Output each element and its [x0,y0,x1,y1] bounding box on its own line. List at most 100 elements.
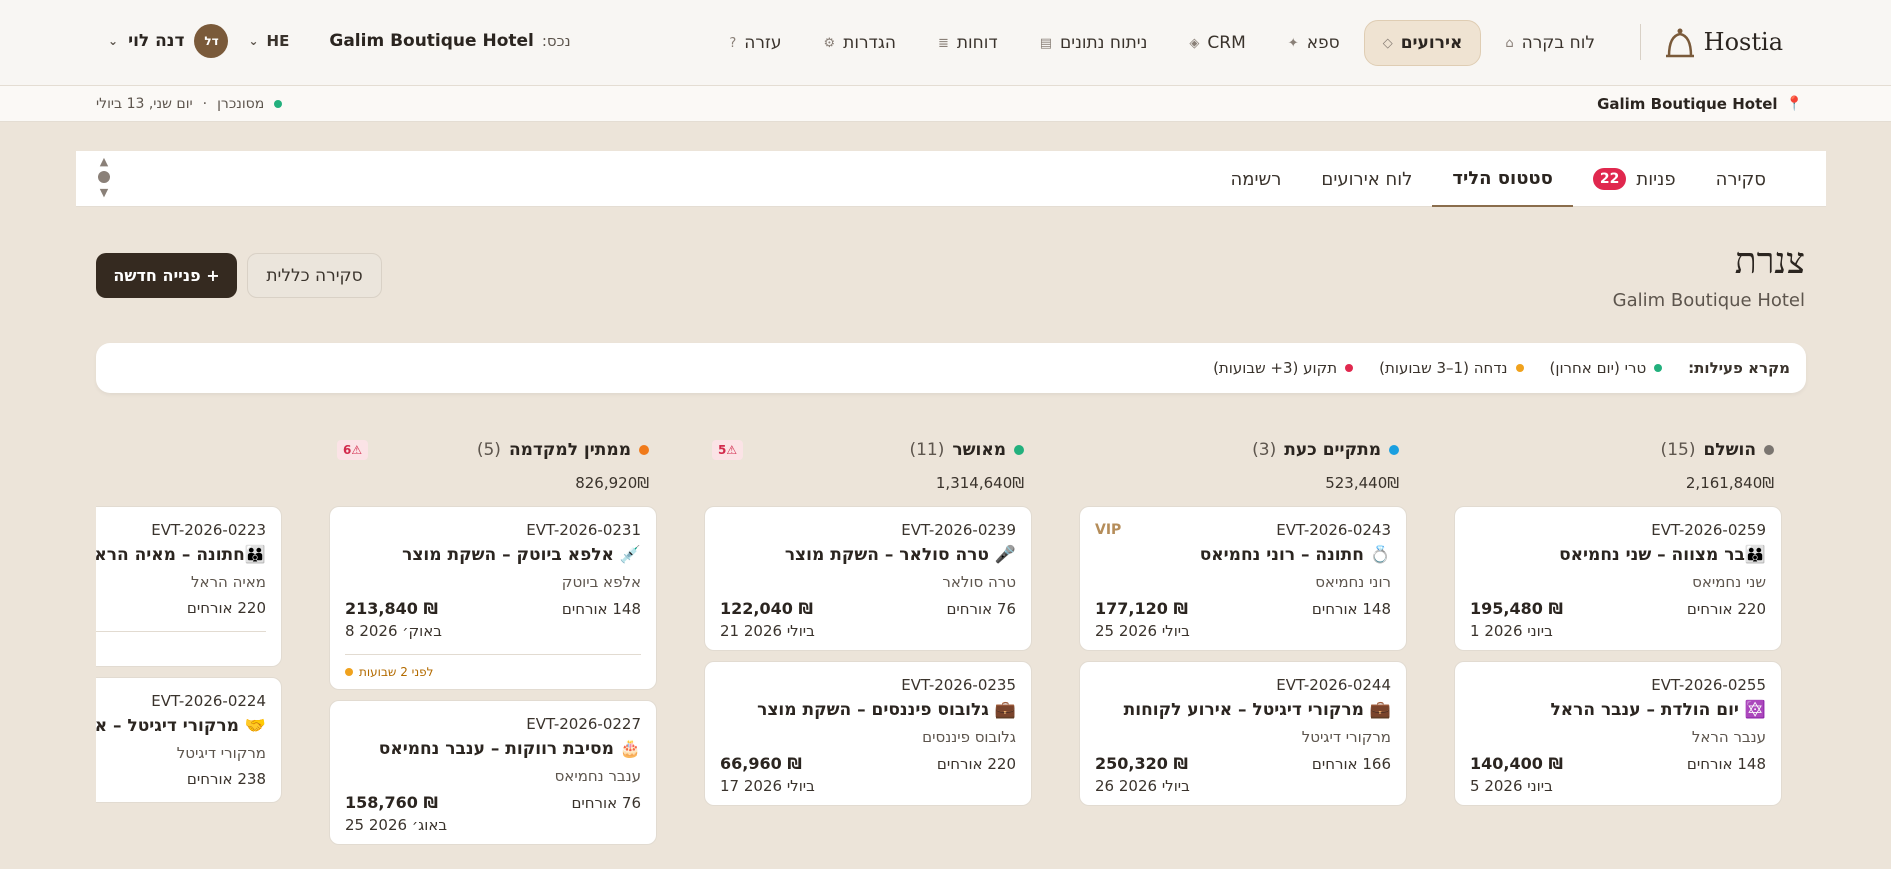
event-title: 🎤 טרה סולאר – השקת מוצר [784,545,1016,565]
client-name: אלפא ביוטק [561,573,641,591]
column-title: מאושר (11) [909,440,1032,460]
event-card[interactable]: EVT-2026-0224 🤝 מרקורי דיגיטל – אירו מרקור… [96,677,282,803]
card-header-row: EVT-2026-0243 VIP [1095,521,1391,539]
tab[interactable]: רשימה [1210,151,1301,207]
event-card[interactable]: EVT-2026-0244 💼 מרקורי דיגיטל – אירוע לקו… [1079,661,1407,806]
guest-count: 76 אורחים [946,599,1016,618]
nav-icon: ? [729,35,737,51]
event-price: ₪ 66,960 [720,754,802,773]
guest-count: 148 אורחים [1311,599,1391,618]
event-code: EVT-2026-0231 [526,521,641,539]
nav-icon: ◈ [1189,35,1200,51]
status-dot-icon [1515,364,1524,372]
event-price: ₪ 213,840 [345,599,438,618]
card-meta-row: 148 אורחים ₪ 177,120 [1095,591,1391,618]
nav-item[interactable]: הגדרות ⚙ [806,20,914,66]
tab-scroll-controls[interactable]: ▲ ▼ [98,155,110,199]
bell-logo-icon [1665,28,1694,58]
nav-item[interactable]: CRM ◈ [1171,20,1263,66]
guest-count: 148 אורחים [1686,754,1766,773]
card-header-row: EVT-2026-0224 [96,692,266,710]
pipeline-column: מתקיים כעת (3) 523,440₪ EVT-2026-0243 VIP 💍 ח… [1079,430,1407,806]
activity-alert: לפני 2 שבועות [345,654,641,679]
tab[interactable]: סקירה [1696,151,1786,207]
guest-count: 220 אורחים [936,754,1016,773]
event-card[interactable]: EVT-2026-0259 👪בר מצווה – שני נחמיאס שני נ… [1454,506,1782,651]
nav-item[interactable]: עזרה? [711,20,799,66]
event-card[interactable]: EVT-2026-0239 🎤 טרה סולאר – השקת מוצר טרה … [704,506,1032,651]
stale-warning-badge[interactable]: ⚠5 [712,440,744,460]
card-meta-row: 148 אורחים ₪ 213,840 [345,591,641,618]
column-name: מאושר [952,440,1006,460]
event-price: ₪ 177,120 [1095,599,1188,618]
card-meta-row: 76 אורחים ₪ 158,760 [345,785,641,812]
card-meta-row: 220 אורחים [96,591,266,617]
column-name: ממתין למקדמה [508,440,631,460]
event-title: 🤝 מרקורי דיגיטל – אירו [96,716,266,736]
event-date: באוג׳ 2026 25 [345,816,448,834]
client-name: רוני נחמיאס [1315,573,1391,591]
logo-text: Hostia [1703,28,1783,56]
event-title: 🎂 מסיבת רווקות – ענבר נחמיאס [378,739,641,759]
new-inquiry-button[interactable]: + פנייה חדשה [96,253,237,298]
event-card[interactable]: EVT-2026-0235 💼 גלובוס פיננסים – השקת מוצ… [704,661,1032,806]
tab-label: רשימה [1230,168,1282,190]
pipeline-column: ממתין למקדמה (5) ⚠6 826,920₪ EVT-2026-0231 💉 … [329,430,657,845]
map-pin-icon: 📍 [1785,96,1803,112]
chevron-down-icon: ⌄ [108,34,119,48]
logo[interactable]: Hostia [1662,24,1783,60]
guest-count: 238 אורחים [186,770,266,788]
legend-item: טרי (יום אחרון) [1550,359,1663,377]
client-name: שני נחמיאס [1692,573,1766,591]
event-code: EVT-2026-0243 [1276,521,1391,539]
status-dot-icon [1764,445,1774,455]
nav-item-label: CRM [1207,33,1246,53]
arrow-up-icon[interactable]: ▲ [100,155,108,168]
client-name: גלובוס פיננסים [922,728,1016,746]
tab[interactable]: פניות 22 [1573,151,1696,207]
event-card[interactable]: EVT-2026-0255 🔯 יום הולדת – ענבר הראל ענבר… [1454,661,1782,806]
overview-button[interactable]: סקירה כללית [247,253,382,298]
nav-item-label: עזרה [744,33,782,53]
status-dot-icon [1345,364,1354,372]
property-selector[interactable]: נכס: Galim Boutique Hotel [329,31,570,51]
nav-icon: ⌂ [1505,35,1514,51]
nav-item-label: ניתוח נתונים [1059,33,1148,53]
pipeline-column: הושלם (15) 2,161,840₪ EVT-2026-0259 👪בר מצוו… [1454,430,1782,806]
tab-label: פניות [1636,168,1676,190]
nav-item[interactable]: אירועים ◇ [1363,20,1482,66]
event-card[interactable]: EVT-2026-0227 🎂 מסיבת רווקות – ענבר נחמיא… [329,700,657,845]
nav-item[interactable]: דוחות ≣ [920,20,1016,66]
event-card[interactable]: EVT-2026-0231 💉 אלפא ביוטק – השקת מוצר אלפ… [329,506,657,690]
client-name: ענבר הראל [1691,728,1766,746]
tab[interactable]: סטטוס הליד [1432,151,1573,207]
top-navbar: Hostia לוח בקרה ⌂ אירועים ◇ ספא ✦ CRM ◈ ניתוח נת… [0,0,1891,86]
arrow-down-icon[interactable]: ▼ [100,186,108,199]
event-card[interactable]: EVT-2026-0243 VIP 💍 חתונה – רוני נחמיאס רונ… [1079,506,1407,651]
event-code: EVT-2026-0255 [1651,676,1766,694]
guest-count: 76 אורחים [571,793,641,812]
main-nav: לוח בקרה ⌂ אירועים ◇ ספא ✦ CRM ◈ ניתוח נתונים ▤ דו… [711,20,1613,66]
event-price: ₪ 122,040 [720,599,813,618]
client-name: מרקורי דיגיטל [176,744,266,762]
page-title: צנרת [1734,241,1805,282]
nav-item-label: לוח בקרה [1521,33,1595,53]
event-price: ₪ 250,320 [1095,754,1188,773]
card-header-row: EVT-2026-0259 [1470,521,1766,539]
nav-item-label: הגדרות [843,33,896,53]
column-count: (5) [476,440,501,460]
nav-item[interactable]: ספא ✦ [1270,20,1358,66]
user-menu[interactable]: דל דנה לוי ⌄ [108,24,229,58]
column-total [96,470,282,496]
nav-item[interactable]: לוח בקרה ⌂ [1487,20,1613,66]
tab[interactable]: לוח אירועים [1301,151,1432,207]
event-title: 💼 מרקורי דיגיטל – אירוע לקוחות [1123,700,1391,720]
tab-label: לוח אירועים [1321,168,1413,190]
event-card[interactable]: EVT-2026-0223 👪חתונה – מאיה הראל מאיה הראל… [96,506,282,667]
nav-item-label: דוחות [956,33,998,53]
language-selector[interactable]: HE ⌄ [248,32,289,50]
card-meta-row: 166 אורחים ₪ 250,320 [1095,746,1391,773]
pipeline-board: הושלם (15) 2,161,840₪ EVT-2026-0259 👪בר מצוו… [96,430,1796,869]
nav-item[interactable]: ניתוח נתונים ▤ [1022,20,1166,66]
stale-warning-badge[interactable]: ⚠6 [337,440,369,460]
